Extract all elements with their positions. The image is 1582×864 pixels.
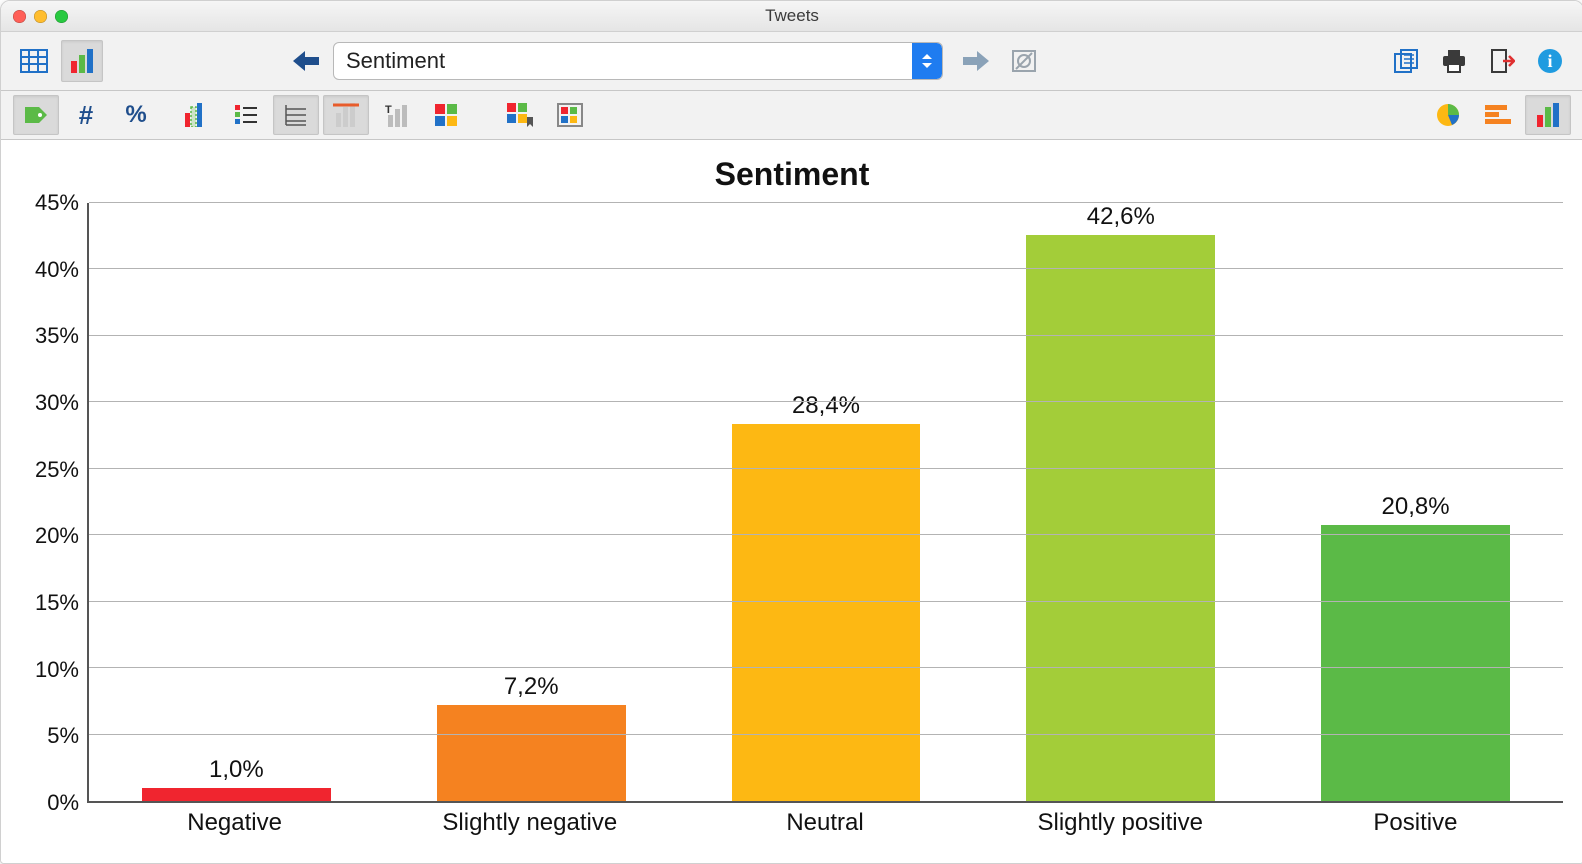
gridline	[89, 534, 1563, 535]
dropdown-selected-value: Sentiment	[334, 48, 912, 74]
title-bar: Tweets	[1, 1, 1582, 32]
bar-value-label: 28,4%	[732, 392, 921, 424]
bar[interactable]: 7,2%	[437, 705, 626, 801]
bar-slot: 1,0%	[89, 203, 384, 801]
y-tick-label: 45%	[35, 190, 79, 216]
bar[interactable]: 42,6%	[1026, 235, 1215, 801]
show-counts-button[interactable]: #	[63, 95, 109, 135]
x-tick-label: Negative	[87, 803, 382, 843]
x-tick-label: Positive	[1268, 803, 1563, 843]
plot-area: 1,0% 7,2% 28,4% 42,6% 20,8%	[87, 203, 1563, 803]
y-tick-label: 5%	[47, 723, 79, 749]
chart-title: Sentiment	[21, 156, 1563, 193]
y-tick-label: 30%	[35, 390, 79, 416]
bar-slot: 42,6%	[973, 203, 1268, 801]
x-tick-label: Slightly positive	[973, 803, 1268, 843]
x-tick-label: Neutral	[677, 803, 972, 843]
axis-titles-button[interactable]: T	[373, 95, 419, 135]
show-labels-button[interactable]	[13, 95, 59, 135]
dropdown-arrows-icon	[912, 43, 942, 79]
print-button[interactable]	[1433, 40, 1475, 82]
x-tick-label: Slightly negative	[382, 803, 677, 843]
y-tick-label: 35%	[35, 323, 79, 349]
chart-body: 0%5%10%15%20%25%30%35%40%45% 1,0%7,2%28,…	[21, 203, 1563, 803]
gridline	[89, 468, 1563, 469]
copy-button[interactable]	[1385, 40, 1427, 82]
variable-dropdown[interactable]: Sentiment	[333, 42, 943, 80]
info-button[interactable]: i	[1529, 40, 1571, 82]
table-view-button[interactable]	[13, 40, 55, 82]
pie-chart-button[interactable]	[1425, 95, 1471, 135]
gridline	[89, 335, 1563, 336]
template-gallery-button[interactable]	[547, 95, 593, 135]
bars-container: 1,0% 7,2% 28,4% 42,6% 20,8%	[89, 203, 1563, 801]
minimize-window-button[interactable]	[34, 10, 47, 23]
value-markers-button[interactable]	[323, 95, 369, 135]
bar[interactable]: 20,8%	[1321, 525, 1510, 801]
show-percent-button[interactable]: %	[113, 95, 159, 135]
x-axis-labels: NegativeSlightly negativeNeutralSlightly…	[87, 803, 1563, 843]
y-axis: 0%5%10%15%20%25%30%35%40%45%	[21, 203, 87, 803]
clear-filter-button[interactable]	[1003, 40, 1045, 82]
y-tick-label: 15%	[35, 590, 79, 616]
bar-value-label: 20,8%	[1321, 493, 1510, 525]
horizontal-bar-button[interactable]	[1475, 95, 1521, 135]
gridlines-button[interactable]	[273, 95, 319, 135]
chart-view-button[interactable]	[61, 40, 103, 82]
y-tick-label: 25%	[35, 457, 79, 483]
y-tick-label: 10%	[35, 657, 79, 683]
window-controls	[13, 10, 68, 23]
gridline	[89, 268, 1563, 269]
back-button[interactable]	[285, 40, 327, 82]
y-tick-label: 40%	[35, 257, 79, 283]
svg-text:T: T	[385, 104, 392, 116]
zoom-window-button[interactable]	[55, 10, 68, 23]
gridline	[89, 734, 1563, 735]
gridline	[89, 601, 1563, 602]
save-template-button[interactable]	[497, 95, 543, 135]
app-window: Tweets Sentiment	[0, 0, 1582, 864]
color-scheme-button[interactable]	[423, 95, 469, 135]
window-title: Tweets	[1, 6, 1582, 26]
main-toolbar: Sentiment i	[1, 32, 1582, 91]
svg-text:i: i	[1547, 51, 1552, 71]
bar-value-label: 7,2%	[437, 673, 626, 705]
gridline	[89, 202, 1563, 203]
bar-value-label: 42,6%	[1026, 203, 1215, 235]
bar-value-label: 1,0%	[142, 756, 331, 788]
gridline	[89, 401, 1563, 402]
bar-slot: 7,2%	[384, 203, 679, 801]
split-bars-button[interactable]	[173, 95, 219, 135]
export-button[interactable]	[1481, 40, 1523, 82]
options-toolbar: # % T	[1, 91, 1582, 140]
close-window-button[interactable]	[13, 10, 26, 23]
bar-slot: 28,4%	[679, 203, 974, 801]
bar[interactable]: 1,0%	[142, 788, 331, 801]
vertical-bar-button[interactable]	[1525, 95, 1571, 135]
chart-area: Sentiment 0% 5% 10% 15% 20% 25% 30% 35% 40% 45% 1…	[1, 140, 1582, 863]
bar-slot: 20,8%	[1268, 203, 1563, 801]
y-tick-label: 0%	[47, 790, 79, 816]
y-tick-label: 20%	[35, 523, 79, 549]
gridline	[89, 667, 1563, 668]
legend-list-button[interactable]	[223, 95, 269, 135]
forward-button[interactable]	[955, 40, 997, 82]
bar[interactable]: 28,4%	[732, 424, 921, 801]
